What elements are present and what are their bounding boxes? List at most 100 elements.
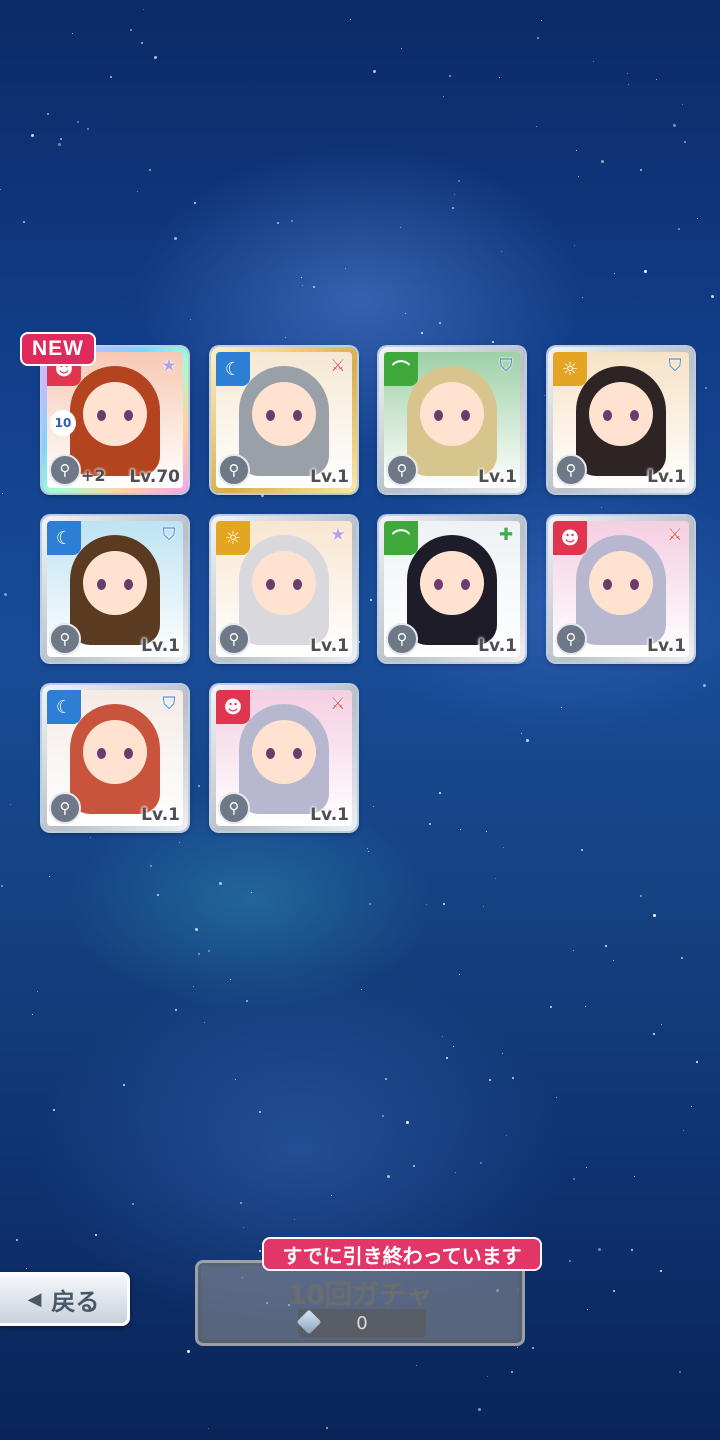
result-card[interactable]: ☾ ⛉ ⚲ Lv.1 — [42, 685, 188, 831]
result-card[interactable]: ☻ ⚔ ⚲ Lv.1 — [211, 685, 357, 831]
star-dot — [4, 593, 7, 596]
star-dot — [331, 1195, 332, 1196]
result-card[interactable]: ☻ ⚔ ⚲ Lv.1 — [548, 516, 694, 662]
card-level: Lv.1 — [310, 636, 349, 656]
star-dot — [179, 842, 180, 843]
card-portrait: ☼ ⛉ ⚲ Lv.1 — [553, 352, 689, 488]
star-dot — [208, 950, 210, 952]
star-dot — [243, 1227, 244, 1228]
star-dot — [294, 1219, 295, 1220]
star-dot — [10, 804, 11, 805]
star-dot — [190, 319, 191, 320]
weapon-icon: ⚲ — [49, 623, 81, 655]
result-card[interactable]: ⌒ ⛉ ⚲ Lv.1 — [379, 347, 525, 493]
role-icon: ⛉ — [162, 694, 176, 714]
star-dot — [492, 341, 494, 343]
role-icon: ✚ — [498, 525, 514, 545]
star-dot — [95, 1234, 97, 1236]
result-card[interactable]: ☾ ⛉ ⚲ Lv.1 — [42, 516, 188, 662]
star-dot — [536, 126, 537, 127]
portrait-eyes — [97, 579, 133, 590]
card-level: Lv.1 — [310, 467, 349, 487]
star-dot — [230, 979, 231, 980]
star-dot — [157, 894, 159, 896]
weapon-icon: ⚲ — [49, 454, 81, 486]
weapon-icon: ⚲ — [386, 454, 418, 486]
gacha-cost-value: 0 — [356, 1312, 368, 1334]
star-dot — [613, 960, 614, 961]
star-dot — [0, 189, 1, 190]
star-dot — [653, 914, 656, 917]
star-dot — [556, 1097, 557, 1098]
portrait-eyes — [434, 410, 470, 421]
star-dot — [401, 48, 402, 49]
star-dot — [350, 19, 351, 20]
star-dot — [703, 684, 706, 687]
portrait-eyes — [266, 410, 302, 421]
star-dot — [684, 141, 686, 143]
already-drawn-banner: すでに引き終わっています — [262, 1237, 542, 1271]
star-dot — [449, 75, 451, 77]
star-dot — [443, 96, 444, 97]
card-level: Lv.1 — [141, 805, 180, 825]
star-dot — [678, 228, 680, 230]
star-dot — [443, 903, 445, 905]
star-dot — [26, 1268, 27, 1269]
star-dot — [585, 1006, 586, 1007]
star-dot — [198, 953, 200, 955]
gacha-10-button[interactable]: 10回ガチャ 0 — [195, 1260, 525, 1346]
star-dot — [150, 865, 152, 867]
role-icon: ★ — [330, 525, 346, 545]
result-card[interactable]: ☾ ⚔ ⚲ Lv.1 — [211, 347, 357, 493]
star-dot — [455, 1172, 456, 1173]
weapon-icon: ⚲ — [218, 623, 250, 655]
result-card[interactable]: ☼ ★ ⚲ Lv.1 — [211, 516, 357, 662]
star-dot — [313, 286, 315, 288]
portrait-eyes — [266, 748, 302, 759]
result-card[interactable]: ☼ ⛉ ⚲ Lv.1 — [548, 347, 694, 493]
star-dot — [499, 77, 500, 78]
star-dot — [634, 1176, 635, 1177]
weapon-icon: ⚲ — [386, 623, 418, 655]
star-dot — [240, 1202, 242, 1204]
star-dot — [460, 829, 461, 830]
star-dot — [439, 792, 441, 794]
star-dot — [581, 849, 583, 851]
star-dot — [537, 37, 539, 39]
star-dot — [598, 1248, 601, 1251]
star-dot — [326, 1427, 328, 1429]
card-level: Lv.70 — [129, 467, 180, 487]
star-dot — [506, 1135, 507, 1136]
star-dot — [541, 20, 542, 21]
star-dot — [47, 113, 49, 115]
star-dot — [358, 641, 360, 643]
star-dot — [193, 986, 194, 987]
star-dot — [582, 297, 583, 298]
role-icon: ★ — [161, 356, 177, 376]
card-portrait: ☼ ★ ⚲ Lv.1 — [216, 521, 352, 657]
card-portrait: ☾ ⛉ ⚲ Lv.1 — [47, 521, 183, 657]
gacha-button-title: 10回ガチャ — [287, 1280, 433, 1311]
result-card[interactable]: ⌒ ✚ ⚲ Lv.1 — [379, 516, 525, 662]
star-dot — [586, 1167, 587, 1168]
back-button[interactable]: ◀ 戻る — [0, 1272, 130, 1326]
star-dot — [132, 1203, 134, 1205]
star-dot — [2, 493, 3, 494]
star-dot — [691, 1106, 692, 1107]
star-dot — [385, 1078, 387, 1080]
star-dot — [219, 882, 222, 885]
star-dot — [1, 885, 3, 887]
card-level: Lv.1 — [478, 467, 517, 487]
star-dot — [277, 222, 279, 224]
star-dot — [483, 906, 484, 907]
star-dot — [561, 707, 562, 708]
result-card[interactable]: ☻ ★ ⚲ 10 +2 Lv.70 — [42, 347, 188, 493]
star-dot — [601, 160, 604, 163]
star-dot — [544, 395, 545, 396]
star-dot — [521, 733, 522, 734]
star-dot — [578, 176, 579, 177]
star-dot — [345, 268, 346, 269]
attribute-icon: ☼ — [216, 521, 250, 555]
new-badge: NEW — [20, 332, 96, 366]
star-dot — [532, 1347, 534, 1349]
